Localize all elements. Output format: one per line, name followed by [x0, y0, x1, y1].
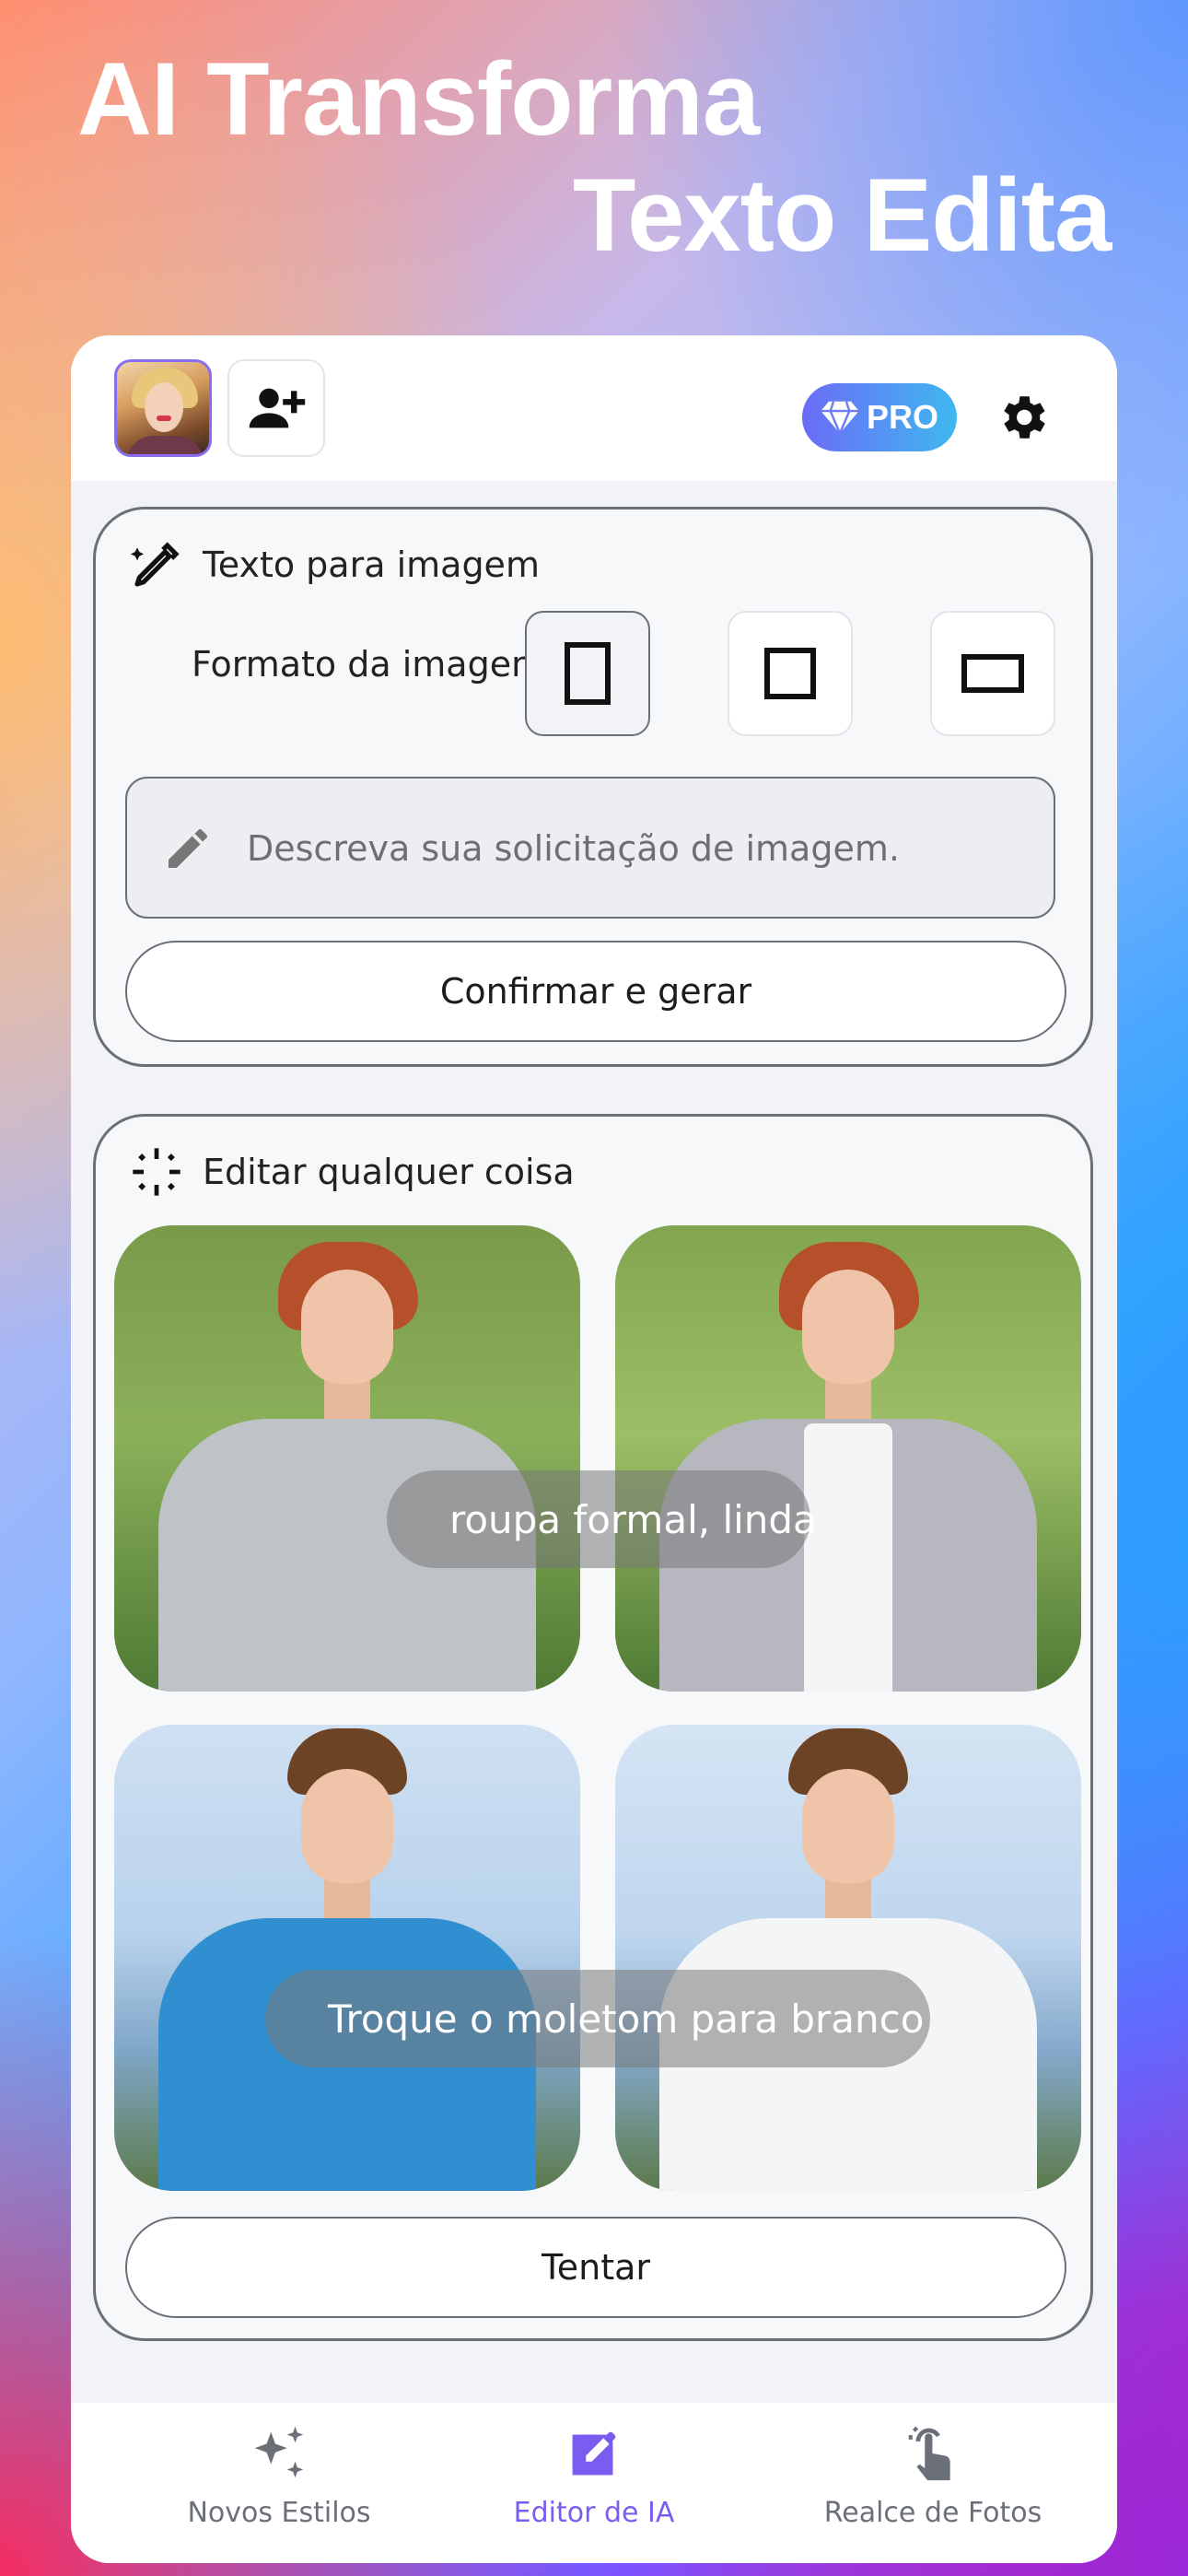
edit-anything-section: Editar qualquer coisa roupa formal, lind… [93, 1114, 1093, 2341]
nav-item-new-styles[interactable]: Novos Estilos [122, 2403, 436, 2563]
example-photo-before-2 [114, 1725, 580, 2191]
try-button[interactable]: Tentar [125, 2217, 1066, 2318]
example-prompt-tag: roupa formal, linda [387, 1470, 817, 1568]
example-prompt-text: roupa formal, linda [449, 1496, 817, 1542]
top-bar: PRO [71, 335, 1117, 481]
nav-item-ai-editor[interactable]: Editor de IA [437, 2403, 751, 2563]
text-to-image-section: Texto para imagem Formato da imagem Conf… [93, 507, 1093, 1067]
example-prompt-text: Troque o moletom para branco [328, 1996, 925, 2042]
example-photo-before-1 [114, 1225, 580, 1692]
tap-hand-icon [908, 2426, 950, 2481]
format-square-button[interactable] [728, 611, 853, 736]
nav-label: Editor de IA [513, 2497, 675, 2529]
bottom-nav: Novos Estilos Editor de IA Realce de Fot… [71, 2403, 1117, 2563]
gear-icon[interactable] [994, 389, 1051, 446]
portrait-ratio-icon [565, 642, 611, 705]
add-user-button[interactable] [227, 359, 325, 457]
magic-pen-icon [131, 542, 180, 587]
landscape-ratio-icon [961, 654, 1024, 693]
format-landscape-button[interactable] [930, 611, 1055, 736]
example-prompt-tag: Troque o moletom para branco [265, 1970, 930, 2067]
pencil-icon [169, 829, 207, 868]
sparkles-icon [254, 2426, 304, 2478]
format-label: Formato da imagem [192, 644, 546, 685]
format-portrait-button[interactable] [525, 611, 650, 736]
pro-label: PRO [866, 398, 938, 436]
add-user-icon [249, 388, 306, 428]
edit-square-icon [572, 2431, 616, 2476]
example-photo-after-2 [615, 1725, 1081, 2191]
nav-item-photo-enhance[interactable]: Realce de Fotos [776, 2403, 1089, 2563]
prompt-input[interactable] [245, 815, 1022, 882]
section-title: Texto para imagem [203, 544, 540, 585]
app-card: PRO Texto para imagem Formato da imagem [71, 335, 1117, 2563]
section-title: Editar qualquer coisa [203, 1152, 575, 1192]
headline-line-1: AI Transforma [77, 41, 760, 157]
example-photo-after-1 [615, 1225, 1081, 1692]
confirm-generate-button[interactable]: Confirmar e gerar [125, 941, 1066, 1042]
nav-label: Realce de Fotos [823, 2497, 1042, 2529]
prompt-field[interactable] [125, 777, 1055, 919]
nav-label: Novos Estilos [187, 2497, 371, 2529]
square-ratio-icon [764, 648, 816, 699]
diamond-icon [821, 401, 859, 435]
headline-line-2: Texto Edita [573, 158, 1112, 273]
loading-sparkle-icon [133, 1148, 181, 1196]
avatar[interactable] [114, 359, 212, 457]
pro-badge-button[interactable]: PRO [802, 383, 957, 451]
